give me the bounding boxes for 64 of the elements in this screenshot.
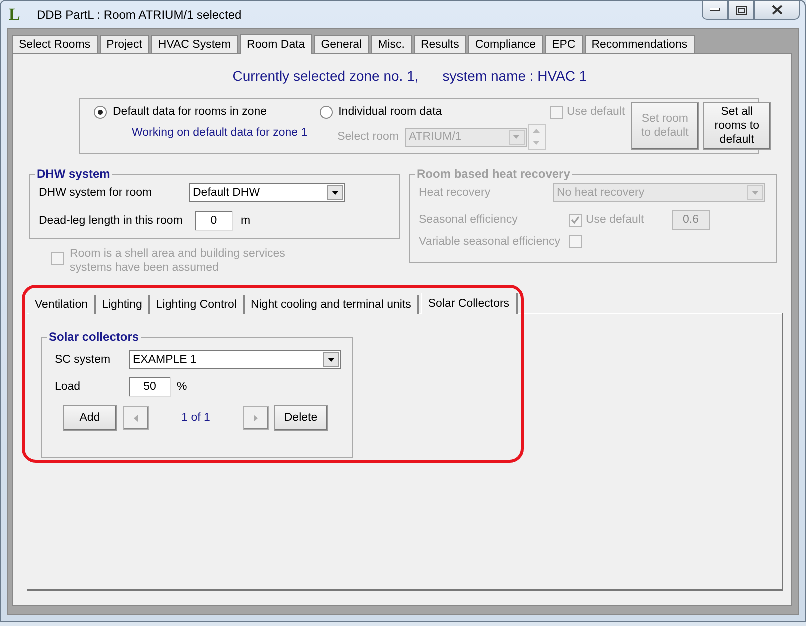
maximize-icon <box>736 6 746 14</box>
dhw-system-label: DHW system for room <box>39 186 154 198</box>
group-title: DHW system <box>36 167 112 181</box>
load-field[interactable]: 50 <box>129 377 171 397</box>
variable-efficiency-label: Variable seasonal efficiency <box>419 236 562 248</box>
close-button[interactable] <box>754 1 800 20</box>
up-arrow-icon <box>533 129 540 133</box>
down-arrow-icon <box>533 141 540 145</box>
right-arrow-icon <box>254 414 258 422</box>
dropdown-arrow-icon <box>332 190 338 194</box>
tab[interactable]: Project <box>100 35 150 53</box>
tab[interactable]: General <box>314 35 370 53</box>
group-title: Solar collectors <box>48 330 140 344</box>
dead-leg-label: Dead-leg length in this room <box>39 215 184 227</box>
zone-label: Currently selected zone no. 1, <box>232 68 419 84</box>
radio-option[interactable]: Default data for rooms in zone <box>94 102 308 122</box>
tab[interactable]: Night cooling and terminal units <box>244 295 420 314</box>
left-arrow-icon <box>134 414 138 422</box>
shell-area-label: Room is a shell area and building services systems have been assumed <box>70 247 286 275</box>
select-room-label: Select room <box>338 131 399 143</box>
minimize-icon <box>710 8 720 12</box>
system-name-label: system name : HVAC 1 <box>442 68 588 84</box>
dhw-dropdown[interactable]: Default DHW <box>189 183 345 202</box>
tab[interactable]: HVAC System <box>151 35 238 53</box>
sc-system-dropdown[interactable]: EXAMPLE 1 <box>129 350 341 369</box>
minimize-button[interactable] <box>702 1 728 20</box>
tab[interactable]: Lighting <box>96 295 150 314</box>
tab[interactable]: EPC <box>545 35 583 53</box>
tab[interactable]: Misc. <box>371 35 412 53</box>
tab[interactable]: Lighting Control <box>150 295 245 314</box>
tab[interactable]: Results <box>414 35 466 53</box>
tab[interactable]: Solar Collectors <box>421 293 518 314</box>
app-logo: L <box>9 4 22 24</box>
tab[interactable]: Recommendations <box>584 35 695 53</box>
unit-label: m <box>241 215 251 227</box>
unit-label: % <box>177 381 188 393</box>
use-default-label: Use default <box>566 106 626 118</box>
maximize-button[interactable] <box>728 1 754 20</box>
window-title: DDB PartL : Room ATRIUM/1 selected <box>37 8 242 22</box>
radio-option[interactable]: Individual room data <box>320 102 546 122</box>
tab[interactable]: Compliance <box>468 35 544 53</box>
dropdown-arrow-icon <box>328 358 334 362</box>
close-icon <box>772 5 782 15</box>
set-default-button[interactable]: Set all rooms to default <box>703 102 772 150</box>
tab[interactable]: Room Data <box>240 34 312 54</box>
dead-leg-field[interactable]: 0 <box>195 211 233 231</box>
delete-button[interactable]: Delete <box>274 405 328 431</box>
heat-recovery-label: Heat recovery <box>419 186 492 198</box>
next-button[interactable] <box>243 406 269 430</box>
working-note: Working on default data for zone 1 <box>132 127 308 139</box>
tab[interactable]: Ventilation <box>29 295 96 314</box>
seasonal-efficiency-label: Seasonal efficiency <box>419 214 519 226</box>
use-default-label: Use default <box>586 214 646 226</box>
check-icon <box>571 216 580 224</box>
sc-system-label: SC system <box>55 354 112 366</box>
dropdown-arrow-icon <box>752 190 758 194</box>
add-button[interactable]: Add <box>63 405 117 431</box>
tab[interactable]: Select Rooms <box>12 35 98 53</box>
page-indicator: 1 of 1 <box>180 412 212 424</box>
dropdown-arrow-icon <box>513 135 520 139</box>
previous-button[interactable] <box>123 406 149 430</box>
group-title: Room based heat recovery <box>416 167 572 181</box>
load-label: Load <box>55 381 82 393</box>
spin-button[interactable] <box>528 124 546 150</box>
